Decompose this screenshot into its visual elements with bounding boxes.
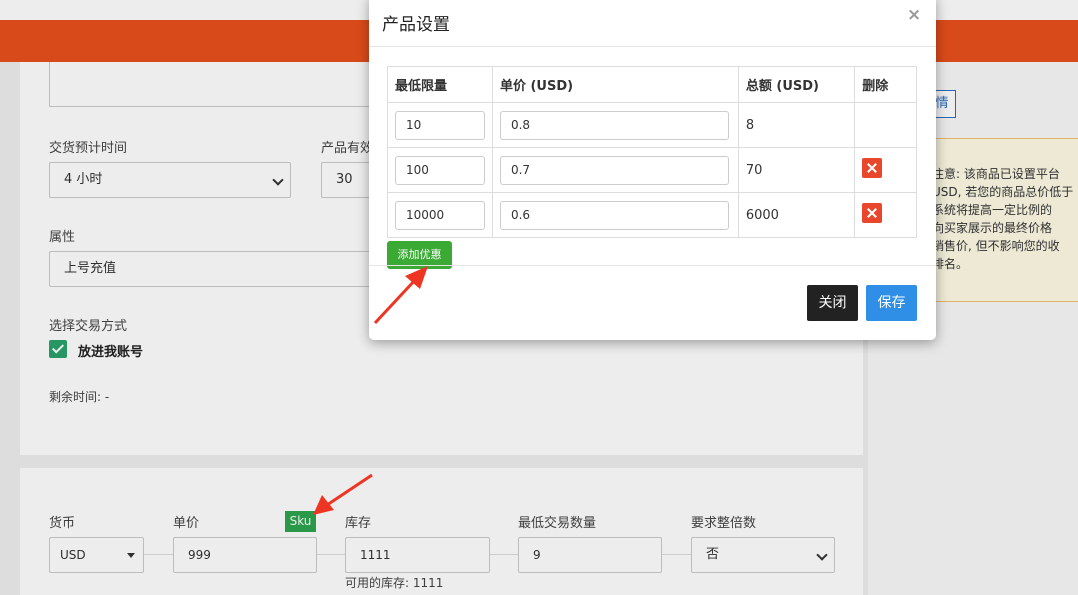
unit-price-cell-input[interactable]: 0.6 <box>499 200 729 230</box>
table-row: 100 0.7 70 <box>387 147 917 193</box>
modal-footer-divider <box>369 265 936 266</box>
total-cell: 70 <box>737 147 856 193</box>
tier-price-table: 最低限量 单价 (USD) 总额 (USD) 删除 10 0.8 8 100 0… <box>387 66 917 238</box>
column-header: 删除 <box>854 66 917 103</box>
product-settings-modal: 产品设置 × 最低限量 单价 (USD) 总额 (USD) 删除 10 0.8 … <box>369 0 936 340</box>
close-button[interactable]: 关闭 <box>807 285 858 321</box>
min-qty-cell-input[interactable]: 100 <box>395 155 485 185</box>
table-row: 10000 0.6 6000 <box>387 192 917 238</box>
modal-header-divider <box>369 46 936 47</box>
unit-price-cell-input[interactable]: 0.8 <box>499 110 729 140</box>
column-header: 总额 (USD) <box>737 66 856 103</box>
modal-title: 产品设置 <box>382 15 450 35</box>
column-header: 最低限量 <box>387 66 493 103</box>
close-icon[interactable]: × <box>907 5 921 25</box>
total-cell: 6000 <box>737 192 856 238</box>
total-cell: 8 <box>737 102 856 148</box>
min-qty-cell-input[interactable]: 10 <box>395 110 485 140</box>
table-header-row: 最低限量 单价 (USD) 总额 (USD) 删除 <box>387 66 917 103</box>
delete-cell-empty <box>854 102 917 148</box>
table-row: 10 0.8 8 <box>387 102 917 148</box>
min-qty-cell-input[interactable]: 10000 <box>395 200 485 230</box>
save-button[interactable]: 保存 <box>866 285 917 321</box>
delete-icon[interactable] <box>862 158 883 178</box>
delete-icon[interactable] <box>862 203 883 223</box>
column-header: 单价 (USD) <box>491 66 739 103</box>
unit-price-cell-input[interactable]: 0.7 <box>499 155 729 185</box>
